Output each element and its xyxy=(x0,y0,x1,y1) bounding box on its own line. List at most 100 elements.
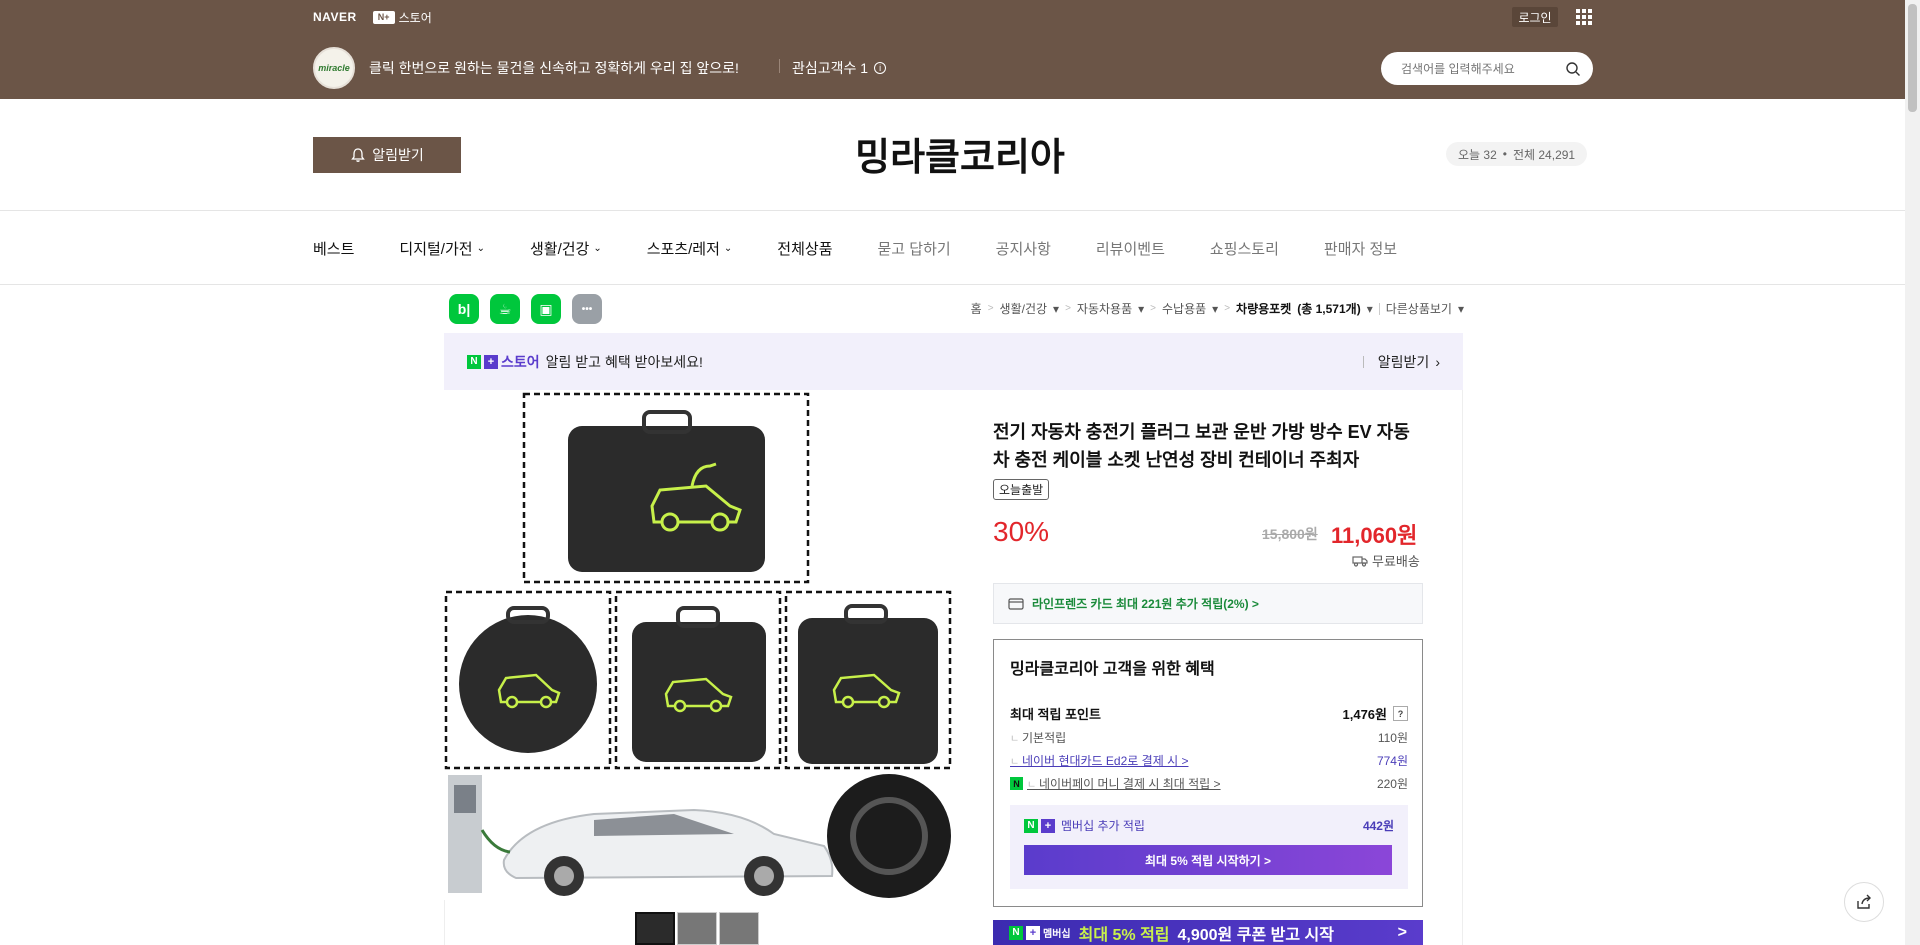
interest-customers: 관심고객수 1 i xyxy=(792,58,887,78)
nav-item-notice[interactable]: 공지사항 xyxy=(996,238,1051,259)
top-bar: NAVER N+ 스토어 로그인 miracle 클릭 한번으로 원하는 물건을… xyxy=(0,0,1920,99)
nav-label: 묻고 답하기 xyxy=(877,241,951,258)
total-visitors: 전체 24,291 xyxy=(1512,147,1576,162)
nav-label: 디지털/가전 xyxy=(399,241,473,258)
n-badge: N xyxy=(1009,925,1023,940)
naver-logo[interactable]: NAVER xyxy=(313,10,357,24)
breadcrumb-cat3[interactable]: 수납용품 xyxy=(1162,300,1206,317)
banner-brand: 스토어 xyxy=(501,353,540,370)
product-main-image[interactable] xyxy=(444,390,952,900)
breadcrumb-home[interactable]: 홈 xyxy=(971,300,982,317)
benefit-title: 밍라클코리아 고객을 위한 혜택 xyxy=(1010,661,1215,678)
chevron-right-icon: › xyxy=(1435,353,1440,370)
blog-share-icon[interactable]: b| xyxy=(449,294,479,324)
naver-plus-store-logo[interactable]: N+ 스토어 xyxy=(372,9,432,26)
bookmark-share-icon[interactable]: ▣ xyxy=(531,294,561,324)
apps-grid-icon[interactable] xyxy=(1576,9,1592,25)
shipping-info: 무료배송 xyxy=(1352,551,1420,570)
nav-item-all-products[interactable]: 전체상품 xyxy=(777,238,832,259)
npay-money-link[interactable]: 네이버페이 머니 결제 시 최대 적립 > xyxy=(1027,775,1377,792)
nplus-badge: N+ xyxy=(1024,818,1055,833)
truck-icon xyxy=(1352,555,1368,567)
other-products-link[interactable]: 다른상품보기 xyxy=(1386,300,1452,317)
today-visitors: 오늘 32 xyxy=(1458,147,1497,162)
card-benefit-link[interactable]: 라인프렌즈 카드 최대 221원 추가 적립(2%) > xyxy=(993,583,1423,624)
chevron-down-icon: ⌄ xyxy=(476,243,485,254)
cafe-share-icon[interactable]: ☕ xyxy=(490,294,520,324)
nplus-membership-badge: N + 멤버십 xyxy=(1009,925,1071,940)
nav-label: 베스트 xyxy=(313,241,355,258)
chevron-right-icon: > xyxy=(987,303,994,314)
point-row-hyundai-card: 네이버 현대카드 Ed2로 결제 시 > 774원 xyxy=(1010,752,1408,769)
coupon-text: 4,900원 쿠폰 받고 시작 xyxy=(1177,926,1334,944)
nav-label: 공지사항 xyxy=(995,241,1051,258)
caret-down-icon[interactable]: ▾ xyxy=(1053,302,1059,316)
nav-item-sports[interactable]: 스포츠/레저 ⌄ xyxy=(647,238,733,259)
plus-badge: + xyxy=(484,354,498,369)
plus-badge: + xyxy=(1026,925,1040,940)
more-share-icon[interactable]: ••• xyxy=(572,294,602,324)
nav-label: 스포츠/레저 xyxy=(646,241,720,258)
banner-text: 알림 받고 혜택 받아보세요! xyxy=(545,353,703,370)
store-logo-text: 스토어 xyxy=(398,10,432,25)
membership-label: 멤버십 추가 적립 xyxy=(1061,819,1145,833)
banner-action-label: 알림받기 xyxy=(1377,353,1430,370)
search-input[interactable] xyxy=(1401,61,1565,76)
scrollbar-thumb[interactable] xyxy=(1908,4,1917,112)
caret-down-icon[interactable]: ▾ xyxy=(1212,302,1218,316)
thumbnail-1[interactable] xyxy=(635,912,675,945)
caret-down-icon[interactable]: ▾ xyxy=(1458,302,1464,316)
membership-label-wrap: N + 멤버십 추가 적립 xyxy=(1024,817,1363,834)
banner-alarm-link[interactable]: 알림받기 › xyxy=(1362,352,1440,372)
visitor-count: 오늘 32 • 전체 24,291 xyxy=(1446,142,1588,166)
n-badge: N xyxy=(467,354,481,369)
caret-down-icon[interactable]: ▾ xyxy=(1367,302,1373,316)
info-icon[interactable]: i xyxy=(874,62,887,74)
nav-item-best[interactable]: 베스트 xyxy=(313,238,354,259)
store-alarm-banner: N + 스토어 알림 받고 혜택 받아보세요! 알림받기 › xyxy=(444,333,1463,390)
login-button[interactable]: 로그인 xyxy=(1512,7,1558,27)
search-box[interactable] xyxy=(1381,52,1593,85)
thumbnail-2[interactable] xyxy=(677,912,717,945)
store-title[interactable]: 밍라클코리아 xyxy=(0,126,1920,181)
chevron-right-icon: > xyxy=(1150,303,1156,314)
product-title: 전기 자동차 충전기 플러그 보관 운반 가방 방수 EV 자동차 충전 케이블… xyxy=(993,422,1410,470)
nav-item-living[interactable]: 생활/건강 ⌄ xyxy=(530,238,602,259)
nav-label: 판매자 정보 xyxy=(1323,241,1398,258)
nav-item-digital[interactable]: 디지털/가전 ⌄ xyxy=(399,238,485,259)
plus-badge: + xyxy=(1041,818,1055,833)
share-icon[interactable] xyxy=(1844,882,1884,922)
point-value: 110원 xyxy=(1377,731,1408,745)
caret-down-icon[interactable]: ▾ xyxy=(1138,302,1144,316)
nav-item-seller-info[interactable]: 판매자 정보 xyxy=(1324,238,1397,259)
global-nav: NAVER N+ 스토어 xyxy=(313,9,432,25)
membership-box: N + 멤버십 추가 적립 442원 최대 5% 적립 시작하기 > xyxy=(1010,805,1408,889)
hyundai-card-link[interactable]: 네이버 현대카드 Ed2로 결제 시 > xyxy=(1010,752,1377,769)
membership-start-button[interactable]: 최대 5% 적립 시작하기 > xyxy=(1024,845,1392,875)
membership-row: N + 멤버십 추가 적립 442원 xyxy=(1024,817,1394,834)
store-avatar[interactable]: miracle xyxy=(313,47,355,89)
nplus-store-logo: N + 스토어 xyxy=(467,352,540,372)
thumbnail-3[interactable] xyxy=(719,912,759,945)
breadcrumb-cat1[interactable]: 생활/건강 xyxy=(1000,300,1048,317)
nav-item-review-event[interactable]: 리뷰이벤트 xyxy=(1096,238,1165,259)
product-thumbnails xyxy=(635,912,759,945)
sale-price: 11,060원 xyxy=(1331,523,1418,548)
nav-item-shopping-story[interactable]: 쇼핑스토리 xyxy=(1210,238,1279,259)
product-photo-illustration xyxy=(444,392,952,898)
breadcrumb-cat2[interactable]: 자동차용품 xyxy=(1077,300,1132,317)
nav-item-qna[interactable]: 묻고 답하기 xyxy=(878,238,951,259)
scrollbar[interactable] xyxy=(1905,0,1920,945)
coupon-highlight: 최대 5% 적립 xyxy=(1078,926,1170,944)
breadcrumb-cat4[interactable]: 차량용포켓 xyxy=(1236,300,1291,317)
help-icon[interactable]: ? xyxy=(1393,706,1408,721)
search-icon[interactable] xyxy=(1565,61,1581,77)
max-points-value-wrap: 1,476원 ? xyxy=(1343,704,1408,723)
discount-rate: 30% xyxy=(993,516,1050,547)
today-shipping-badge: 오늘출발 xyxy=(993,479,1050,500)
benefit-box: 밍라클코리아 고객을 위한 혜택 최대 적립 포인트 1,476원 ? 기본적립… xyxy=(993,639,1423,907)
coupon-badge-label: 멤버십 xyxy=(1043,929,1071,940)
chevron-right-icon: > xyxy=(1065,303,1071,314)
store-slogan: 클릭 한번으로 원하는 물건을 신속하고 정확하게 우리 집 앞으로! xyxy=(369,60,739,76)
membership-coupon-banner[interactable]: N + 멤버십 최대 5% 적립 4,900원 쿠폰 받고 시작 > xyxy=(993,920,1423,945)
